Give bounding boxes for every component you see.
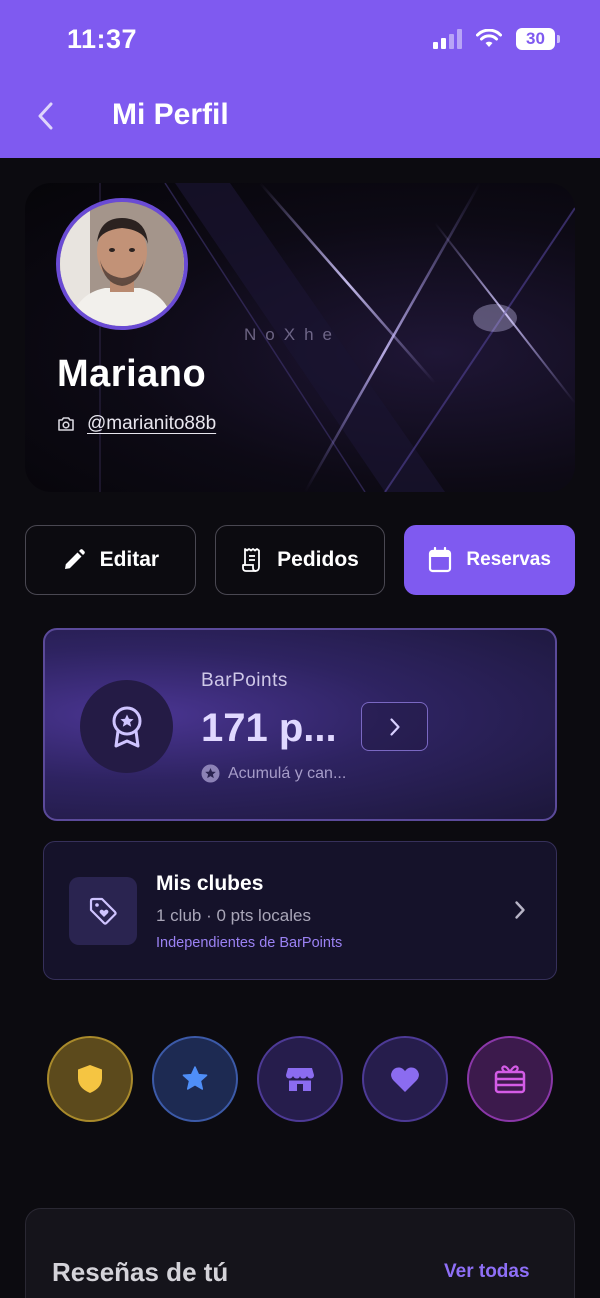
my-clubs-subtitle: 1 club · 0 pts locales: [156, 906, 311, 925]
store-icon: [286, 1068, 314, 1091]
status-icons: 30: [433, 28, 560, 50]
battery-level: 30: [516, 28, 555, 50]
profile-banner: NoXhe Mariano @marianito88b: [25, 183, 575, 492]
barpoints-hint: Acumulá y can...: [228, 764, 347, 782]
star-icon: [182, 1066, 208, 1090]
cellular-signal-icon: [433, 29, 462, 49]
barpoints-value: 171 p...: [201, 706, 337, 750]
instagram-handle[interactable]: @marianito88b: [87, 413, 216, 435]
chevron-left-icon: [38, 102, 53, 130]
gifts-button[interactable]: [467, 1036, 553, 1122]
barpoints-hint-row: Acumulá y can...: [201, 764, 346, 783]
orders-button[interactable]: Pedidos: [214, 525, 386, 595]
reservations-button[interactable]: Reservas: [404, 525, 576, 595]
instagram-handle-row[interactable]: @marianito88b: [57, 413, 216, 435]
calendar-icon: [429, 547, 452, 573]
likes-button[interactable]: [362, 1036, 448, 1122]
edit-button-label: Editar: [99, 548, 160, 571]
gift-icon: [494, 1065, 526, 1094]
profile-name: Mariano: [57, 353, 207, 395]
shortcut-row: [47, 1036, 553, 1122]
barpoints-card[interactable]: BarPoints 171 p... Acumulá y can...: [43, 628, 557, 821]
wifi-icon: [476, 29, 502, 47]
star-circle-icon: [201, 764, 220, 783]
my-clubs-card[interactable]: Mis clubes 1 club · 0 pts locales Indepe…: [43, 841, 557, 980]
barpoints-open-button[interactable]: [361, 702, 428, 751]
app-header: 11:37 30 Mi Perfil: [0, 0, 600, 158]
view-all-reviews-link[interactable]: Ver todas: [444, 1261, 530, 1283]
heart-icon: [391, 1067, 419, 1092]
reviews-card: Reseñas de tú Ver todas: [25, 1208, 575, 1298]
profile-actions: Editar Pedidos Reservas: [25, 525, 576, 595]
shield-shortcut-button[interactable]: [47, 1036, 133, 1122]
my-clubs-link[interactable]: Independientes de BarPoints: [156, 935, 342, 951]
chevron-right-icon: [515, 901, 525, 919]
avatar-photo: [60, 202, 184, 326]
favorites-star-button[interactable]: [152, 1036, 238, 1122]
reservations-button-label: Reservas: [466, 549, 551, 570]
tag-heart-icon: [89, 897, 117, 925]
receipt-icon: [242, 548, 261, 572]
battery-icon: 30: [516, 28, 560, 50]
camera-icon: [58, 417, 74, 431]
tag-badge: [69, 877, 137, 945]
stores-button[interactable]: [257, 1036, 343, 1122]
reviews-title: Reseñas de tú: [52, 1257, 229, 1287]
status-time: 11:37: [67, 24, 138, 54]
award-icon: [112, 706, 141, 747]
my-clubs-title: Mis clubes: [156, 872, 264, 895]
pencil-icon: [64, 549, 85, 569]
page-title: Mi Perfil: [112, 98, 229, 131]
edit-button[interactable]: Editar: [25, 525, 196, 595]
orders-button-label: Pedidos: [277, 548, 359, 571]
back-button[interactable]: [30, 96, 60, 136]
avatar[interactable]: [56, 198, 188, 330]
chevron-right-icon: [389, 717, 400, 736]
award-badge: [80, 680, 173, 773]
banner-wordmark: NoXhe: [244, 325, 341, 344]
shield-icon: [78, 1065, 102, 1093]
barpoints-label: BarPoints: [201, 670, 288, 691]
